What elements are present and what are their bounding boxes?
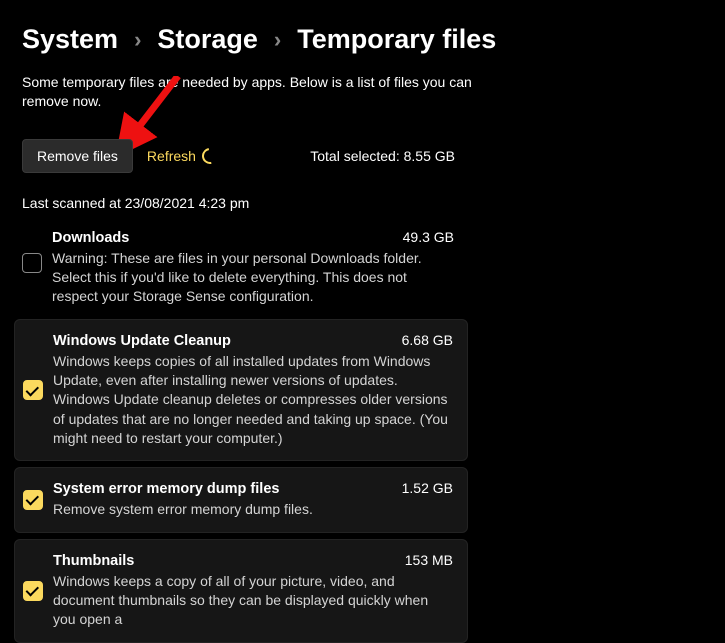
list-item-system-error-memory-dump[interactable]: System error memory dump files 1.52 GB R…: [14, 467, 468, 532]
last-scanned-label: Last scanned at 23/08/2021 4:23 pm: [0, 173, 725, 219]
item-size: 49.3 GB: [403, 229, 454, 245]
breadcrumb-system[interactable]: System: [22, 24, 118, 55]
checkbox-thumbnails[interactable]: [23, 581, 43, 601]
item-title: Downloads: [52, 230, 129, 246]
page-description: Some temporary files are needed by apps.…: [0, 67, 500, 111]
refresh-label: Refresh: [147, 148, 196, 164]
refresh-icon: [199, 145, 221, 167]
chevron-right-icon: ›: [134, 27, 141, 53]
chevron-right-icon: ›: [274, 27, 281, 53]
item-size: 6.68 GB: [402, 332, 453, 348]
item-desc: Windows keeps a copy of all of your pict…: [53, 572, 453, 630]
item-title: Windows Update Cleanup: [53, 333, 231, 349]
item-title: System error memory dump files: [53, 481, 279, 497]
refresh-button[interactable]: Refresh: [147, 148, 218, 164]
item-size: 153 MB: [405, 552, 453, 568]
remove-files-button[interactable]: Remove files: [22, 139, 133, 173]
item-title: Thumbnails: [53, 553, 134, 569]
checkbox-downloads[interactable]: [22, 253, 42, 273]
checkbox-windows-update-cleanup[interactable]: [23, 380, 43, 400]
total-selected-label: Total selected: 8.55 GB: [310, 148, 703, 164]
breadcrumb-temporary-files: Temporary files: [297, 24, 496, 55]
temp-files-list: Downloads 49.3 GB Warning: These are fil…: [0, 219, 468, 643]
item-size: 1.52 GB: [402, 480, 453, 496]
breadcrumb-storage[interactable]: Storage: [157, 24, 258, 55]
checkbox-system-error-memory-dump[interactable]: [23, 490, 43, 510]
list-item-windows-update-cleanup[interactable]: Windows Update Cleanup 6.68 GB Windows k…: [14, 319, 468, 462]
item-desc: Remove system error memory dump files.: [53, 500, 453, 519]
item-desc: Warning: These are files in your persona…: [52, 249, 454, 307]
item-desc: Windows keeps copies of all installed up…: [53, 352, 453, 449]
list-item-downloads[interactable]: Downloads 49.3 GB Warning: These are fil…: [14, 219, 468, 319]
breadcrumb: System › Storage › Temporary files: [0, 0, 725, 67]
list-item-thumbnails[interactable]: Thumbnails 153 MB Windows keeps a copy o…: [14, 539, 468, 643]
